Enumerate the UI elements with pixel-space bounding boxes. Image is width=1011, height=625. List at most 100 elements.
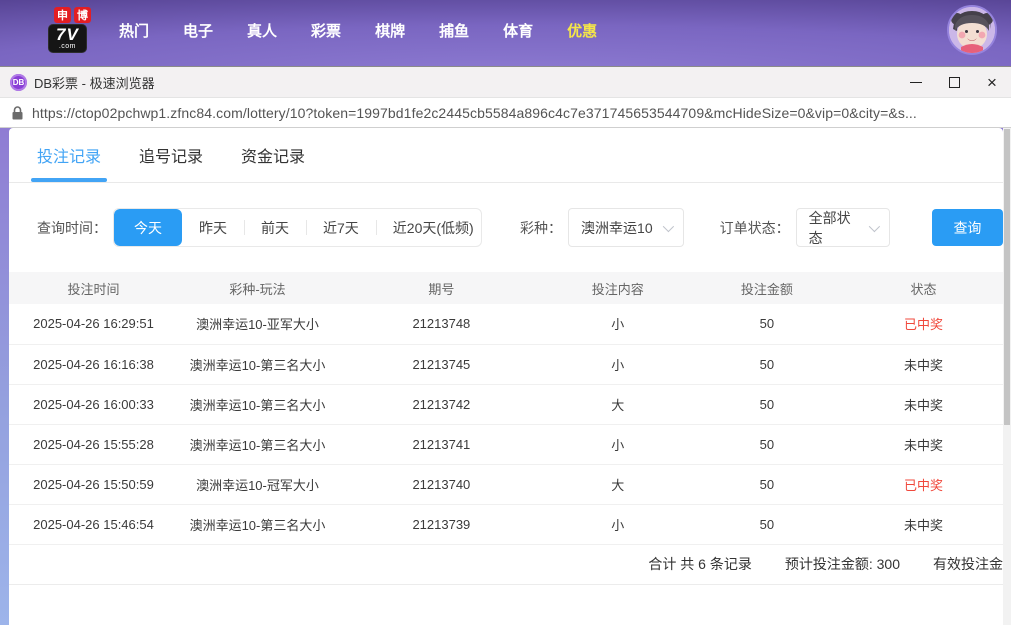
time-option-yesterday[interactable]: 昨天 [182, 209, 244, 246]
nav-item-lottery[interactable]: 彩票 [311, 20, 341, 41]
user-avatar[interactable] [947, 5, 997, 55]
minimize-icon [910, 81, 922, 83]
cell-play: 澳洲幸运10-第三名大小 [177, 344, 337, 385]
cell-play: 澳洲幸运10-冠军大小 [177, 464, 337, 505]
cell-time: 2025-04-26 15:46:54 [9, 504, 178, 545]
page-viewport: 投注记录 追号记录 资金记录 查询时间： 今天 昨天 前天 近7天 近20天(低… [0, 128, 1011, 625]
close-button[interactable]: × [973, 67, 1011, 97]
minimize-button[interactable] [897, 67, 935, 97]
tab-bet-records-label: 投注记录 [37, 149, 102, 166]
table-summary: 合计 共 6 条记录 预计投注金额: 300 有效投注金 [9, 545, 1003, 585]
nav-item-live[interactable]: 真人 [247, 20, 277, 41]
scrollbar-track[interactable] [1003, 128, 1011, 625]
cell-content: 小 [545, 304, 690, 345]
cell-amount: 50 [689, 304, 844, 345]
tab-chase-records-label: 追号记录 [139, 149, 204, 166]
search-button[interactable]: 查询 [931, 209, 1003, 246]
col-header-content: 投注内容 [545, 272, 690, 304]
url-bar[interactable]: https://ctop02pchwp1.zfnc84.com/lottery/… [0, 97, 1011, 128]
cell-play: 澳洲幸运10-第三名大小 [177, 424, 337, 465]
table-row: 2025-04-26 15:55:28 澳洲幸运10-第三名大小 21213741 小… [9, 424, 1003, 465]
avatar-image [949, 7, 995, 53]
time-option-last20days[interactable]: 近20天(低频) [375, 209, 481, 246]
cell-time: 2025-04-26 15:50:59 [9, 464, 178, 505]
tab-fund-records[interactable]: 资金记录 [241, 143, 305, 182]
window-titlebar: DB DB彩票 - 极速浏览器 × [0, 67, 1011, 97]
tab-bet-records[interactable]: 投注记录 [31, 143, 108, 182]
cell-time: 2025-04-26 16:16:38 [9, 344, 178, 385]
table-row: 2025-04-26 15:50:59 澳洲幸运10-冠军大小 21213740 大 5… [9, 464, 1003, 505]
nav-item-fishing[interactable]: 捕鱼 [439, 20, 469, 41]
cell-time: 2025-04-26 15:55:28 [9, 424, 178, 465]
table-row: 2025-04-26 16:00:33 澳洲幸运10-第三名大小 21213742 大… [9, 384, 1003, 425]
tab-fund-records-label: 资金记录 [241, 149, 306, 166]
cell-play: 澳洲幸运10-第三名大小 [177, 504, 337, 545]
col-header-issue: 期号 [337, 272, 546, 304]
nav-item-hot[interactable]: 热门 [119, 20, 149, 41]
url-text: https://ctop02pchwp1.zfnc84.com/lottery/… [32, 104, 917, 121]
site-logo[interactable]: 申 博 7V .com [48, 7, 91, 53]
order-status-label: 订单状态： [719, 219, 790, 236]
site-nav: 热门 电子 真人 彩票 棋牌 捕鱼 体育 优惠 [119, 20, 597, 41]
time-range-group: 今天 昨天 前天 近7天 近20天(低频) [113, 208, 483, 247]
record-tabs: 投注记录 追号记录 资金记录 [9, 128, 1003, 183]
time-option-today[interactable]: 今天 [114, 209, 182, 246]
cell-content: 大 [545, 464, 690, 505]
cell-status: 已中奖 [843, 304, 1003, 345]
cell-issue: 21213741 [337, 424, 546, 465]
nav-item-slots[interactable]: 电子 [183, 20, 213, 41]
cell-play: 澳洲幸运10-亚军大小 [177, 304, 337, 345]
maximize-button[interactable] [935, 67, 973, 97]
nav-item-sports[interactable]: 体育 [503, 20, 533, 41]
filter-bar: 查询时间： 今天 昨天 前天 近7天 近20天(低频) 彩种： 澳洲幸运10 订… [37, 208, 1003, 247]
bet-records-table: 投注时间 彩种-玩法 期号 投注内容 投注金额 状态 2025-04-26 16… [9, 272, 1003, 545]
table-row: 2025-04-26 16:16:38 澳洲幸运10-第三名大小 21213745 小… [9, 344, 1003, 385]
table-row: 2025-04-26 15:46:54 澳洲幸运10-第三名大小 21213739 小… [9, 504, 1003, 545]
table-header: 投注时间 彩种-玩法 期号 投注内容 投注金额 状态 [9, 272, 1003, 304]
lottery-select[interactable]: 澳洲幸运10 [568, 208, 684, 247]
cell-amount: 50 [689, 384, 844, 425]
col-header-bet-time: 投注时间 [9, 272, 178, 304]
tab-chase-records[interactable]: 追号记录 [139, 143, 203, 182]
cell-status: 未中奖 [843, 424, 1003, 465]
time-option-last7days[interactable]: 近7天 [306, 209, 376, 246]
scrollbar-thumb[interactable] [1004, 129, 1010, 425]
content-panel: 投注记录 追号记录 资金记录 查询时间： 今天 昨天 前天 近7天 近20天(低… [9, 128, 1003, 625]
summary-expected-amount: 预计投注金额: 300 [784, 556, 900, 572]
col-header-amount: 投注金额 [689, 272, 844, 304]
cell-issue: 21213748 [337, 304, 546, 345]
cell-issue: 21213739 [337, 504, 546, 545]
summary-total-count: 合计 共 6 条记录 [648, 556, 752, 572]
order-status-select[interactable]: 全部状态 [795, 208, 890, 247]
col-header-play: 彩种-玩法 [177, 272, 337, 304]
cell-content: 小 [545, 344, 690, 385]
nav-item-cards[interactable]: 棋牌 [375, 20, 405, 41]
table-body: 2025-04-26 16:29:51 澳洲幸运10-亚军大小 21213748 小 5… [9, 304, 1003, 545]
table-row: 2025-04-26 16:29:51 澳洲幸运10-亚军大小 21213748 小 5… [9, 304, 1003, 345]
cell-status: 已中奖 [843, 464, 1003, 505]
cell-play: 澳洲幸运10-第三名大小 [177, 384, 337, 425]
cell-issue: 21213740 [337, 464, 546, 505]
cell-time: 2025-04-26 16:29:51 [9, 304, 178, 345]
cell-time: 2025-04-26 16:00:33 [9, 384, 178, 425]
lottery-select-value: 澳洲幸运10 [581, 219, 653, 236]
browser-window: DB DB彩票 - 极速浏览器 × https://ctop02pchwp1.z… [0, 66, 1011, 625]
logo-main-text: 7V [56, 25, 79, 44]
cell-issue: 21213742 [337, 384, 546, 425]
lock-icon [12, 105, 23, 119]
nav-item-promo[interactable]: 优惠 [567, 20, 597, 41]
cell-status: 未中奖 [843, 504, 1003, 545]
summary-valid-amount: 有效投注金 [933, 556, 1003, 572]
window-controls: × [897, 67, 1011, 97]
cell-amount: 50 [689, 424, 844, 465]
maximize-icon [948, 76, 960, 88]
chevron-down-icon [868, 220, 880, 232]
time-option-day-before[interactable]: 前天 [244, 209, 306, 246]
site-header: 申 博 7V .com 热门 电子 真人 彩票 棋牌 捕鱼 体育 优惠 [0, 0, 1011, 66]
active-tab-underline [31, 178, 108, 182]
cell-amount: 50 [689, 464, 844, 505]
order-status-value: 全部状态 [808, 209, 851, 246]
cell-issue: 21213745 [337, 344, 546, 385]
logo-badges: 申 博 [54, 7, 91, 23]
chevron-down-icon [662, 220, 674, 232]
